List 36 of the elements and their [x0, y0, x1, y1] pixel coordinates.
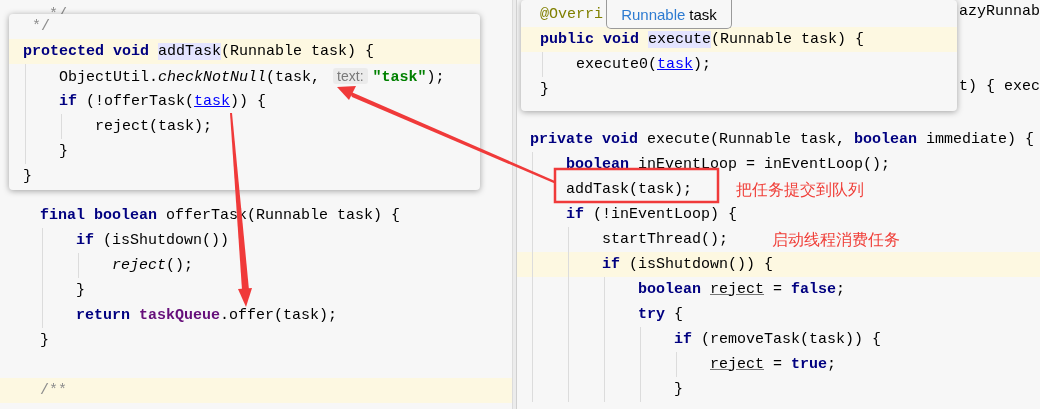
code-line: return taskQueue.offer(task); [76, 305, 338, 326]
code-line: } [76, 280, 85, 301]
code-line: if (isShutdown()) { [602, 254, 774, 275]
code-line: execute0(task); [576, 54, 712, 75]
link[interactable]: task [657, 55, 694, 73]
code-line: } [540, 79, 549, 100]
code-line: azyRunnab [959, 2, 1040, 22]
annotation-note: 把任务提交到队列 [736, 179, 865, 201]
code-line: protected void addTask(Runnable task) { [23, 41, 375, 62]
code-line: startThread(); [602, 229, 729, 250]
code-line: @Overri [540, 4, 603, 25]
code-line: private void execute(Runnable task, boolean immediate) { [530, 129, 1035, 150]
code-line: if (!offerTask(task)) { [59, 91, 267, 112]
parameter-name: task [689, 5, 717, 23]
code-line: t) { exec [959, 77, 1040, 97]
type-name: Runnable [621, 5, 686, 23]
link[interactable]: task [194, 92, 231, 110]
code-line: } [23, 166, 32, 187]
code-line: */ [31, 16, 50, 37]
code-line: if (isShutdown()) [76, 230, 230, 251]
code-line: reject(task); [95, 116, 213, 137]
code-line: } [674, 379, 683, 400]
code-line: addTask(task); [566, 179, 693, 200]
code-line: boolean reject = false; [638, 279, 846, 300]
code-line: if (removeTask(task)) { [674, 329, 882, 350]
code-line: public void execute(Runnable task) { [540, 29, 865, 50]
code-line: if (!inEventLoop) { [566, 204, 738, 225]
code-line: try { [638, 304, 684, 325]
code-line: /** [40, 380, 67, 401]
code-line: ObjectUtil.checkNotNull(task, text: "task"); [59, 66, 445, 88]
annotation-note: 启动线程消费任务 [772, 229, 901, 251]
parameter-hint: text: [333, 67, 368, 84]
code-line: } [59, 141, 68, 162]
code-line: reject = true; [710, 354, 837, 375]
code-line: } [40, 330, 49, 351]
code-line: reject(); [112, 255, 194, 276]
